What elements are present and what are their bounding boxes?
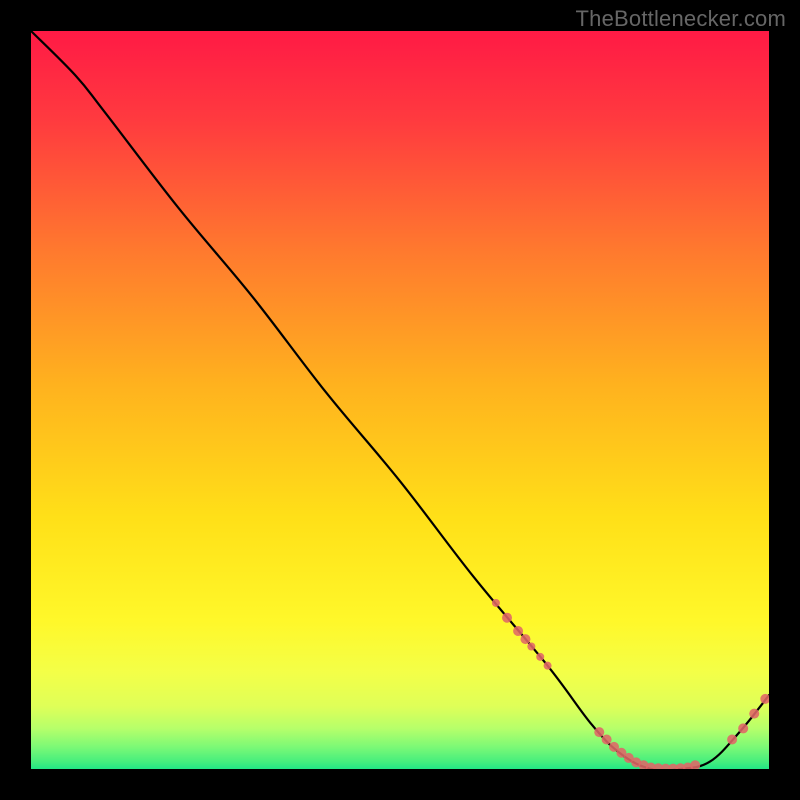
- data-marker: [513, 626, 523, 636]
- data-marker: [536, 653, 544, 661]
- data-marker: [602, 734, 612, 744]
- data-marker: [502, 613, 512, 623]
- data-marker: [492, 599, 500, 607]
- gradient-background: [31, 31, 769, 769]
- data-marker: [520, 634, 530, 644]
- bottleneck-chart: [31, 31, 769, 769]
- data-marker: [527, 642, 535, 650]
- chart-svg: [31, 31, 769, 769]
- watermark-text: TheBottlenecker.com: [576, 6, 786, 32]
- chart-frame: TheBottlenecker.com: [0, 0, 800, 800]
- data-marker: [738, 723, 748, 733]
- data-marker: [749, 709, 759, 719]
- data-marker: [544, 662, 552, 670]
- data-marker: [594, 727, 604, 737]
- data-marker: [727, 734, 737, 744]
